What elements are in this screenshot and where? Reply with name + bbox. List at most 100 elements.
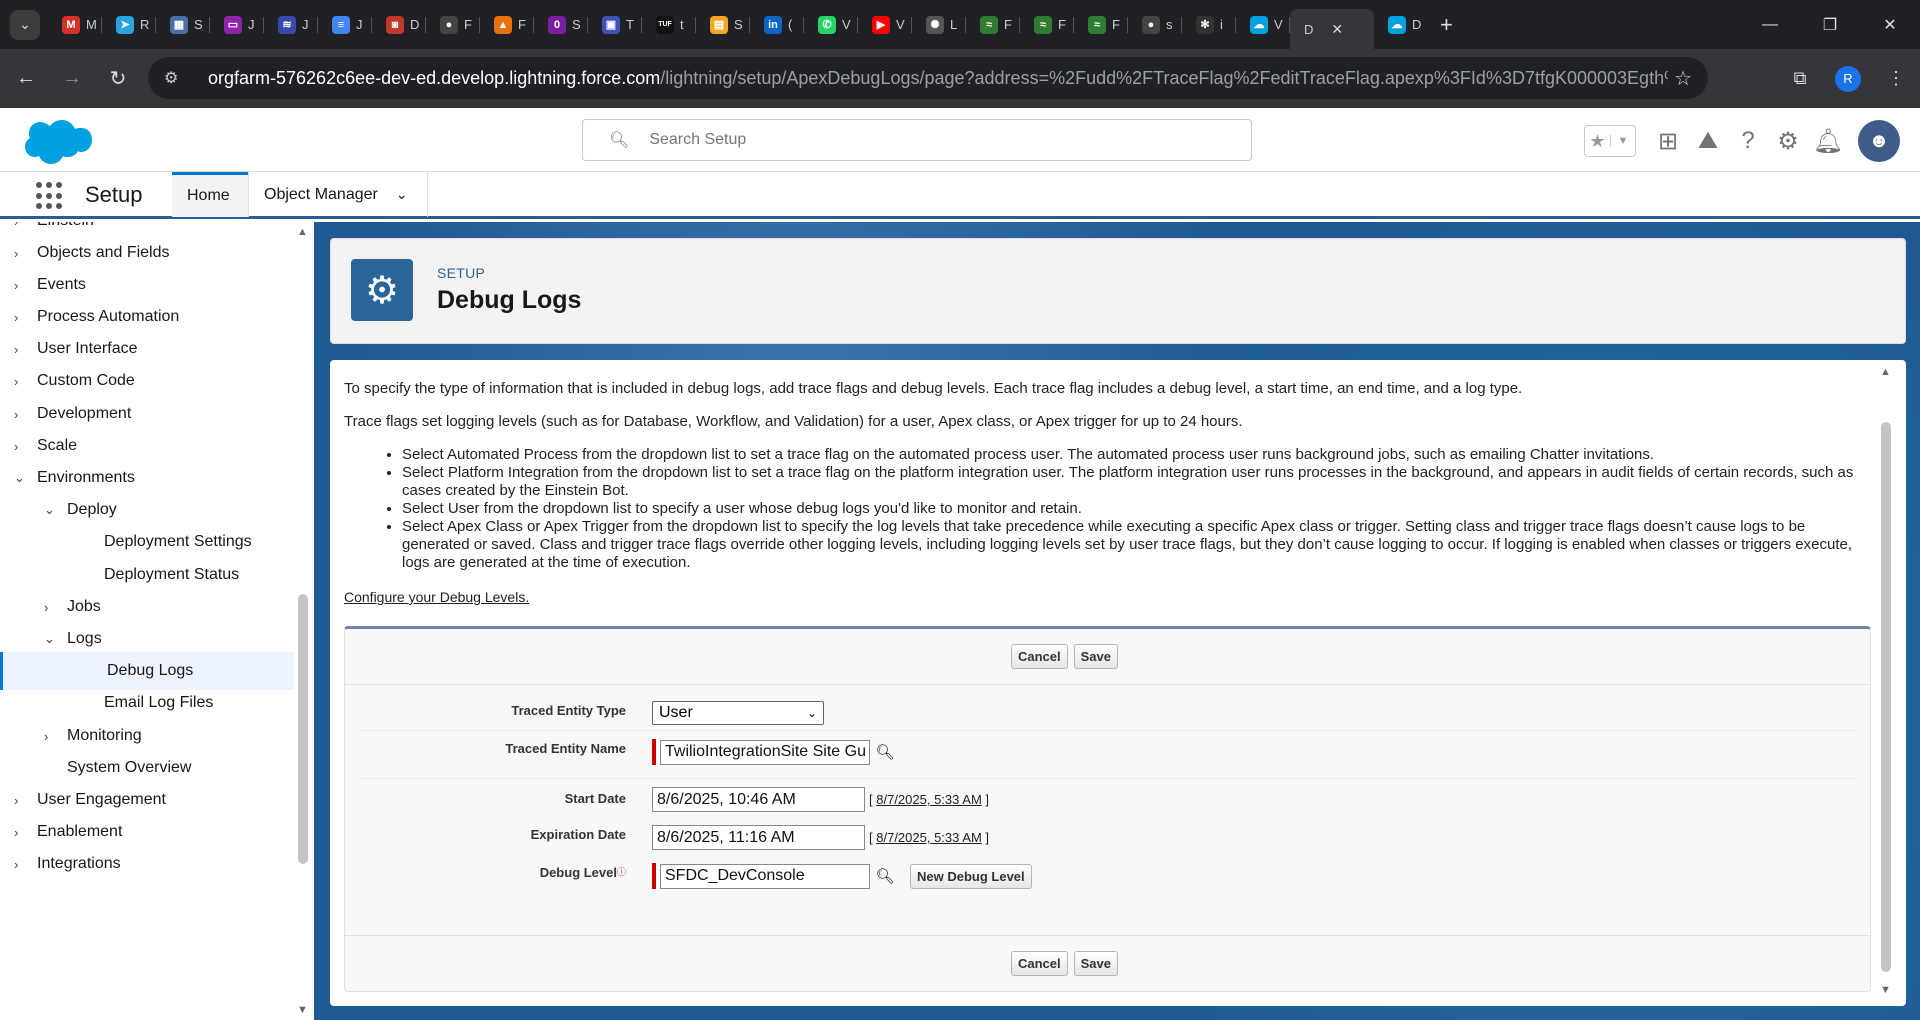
debug-level-input[interactable] xyxy=(660,863,870,889)
new-tab-button[interactable]: + xyxy=(1440,12,1453,38)
chevron-right-icon[interactable]: › xyxy=(14,310,18,325)
browser-tab[interactable]: ≈ F xyxy=(1074,8,1128,42)
chevron-right-icon[interactable]: › xyxy=(14,439,18,454)
chevron-down-icon[interactable]: ⌄ xyxy=(44,502,55,518)
search-setup[interactable]: 🔍︎ xyxy=(582,119,1252,161)
address-bar[interactable]: ⚙ orgfarm-576262c6ee-dev-ed.develop.ligh… xyxy=(148,57,1708,99)
lookup-search-icon[interactable]: 🔍︎ xyxy=(874,865,896,887)
chevron-down-icon[interactable]: ▼ xyxy=(1609,135,1635,147)
save-button[interactable]: Save xyxy=(1073,644,1118,669)
site-info-icon[interactable]: ⚙ xyxy=(164,68,190,88)
nav-item-integrations[interactable]: › Integrations xyxy=(0,845,294,883)
browser-tab[interactable]: ☁ V xyxy=(1236,8,1290,42)
favorites-control[interactable]: ★ ▼ xyxy=(1584,125,1636,157)
browser-tab[interactable]: ● s xyxy=(1128,8,1182,42)
reload-icon[interactable]: ↻ xyxy=(98,59,138,99)
chevron-right-icon[interactable]: › xyxy=(14,374,18,389)
url-text[interactable]: orgfarm-576262c6ee-dev-ed.develop.lightn… xyxy=(208,68,1668,89)
nav-item-label: Enablement xyxy=(37,823,123,840)
profile-avatar[interactable]: R xyxy=(1835,65,1861,92)
close-window-icon[interactable]: ✕ xyxy=(1860,0,1920,49)
browser-tab[interactable]: ≈ F xyxy=(1020,8,1074,42)
forward-arrow-icon[interactable]: → xyxy=(52,59,92,99)
cancel-button[interactable]: Cancel xyxy=(1010,644,1068,669)
browser-tab[interactable]: ▣ T xyxy=(588,8,642,42)
chevron-down-icon[interactable]: ⌄ xyxy=(14,470,25,486)
chevron-down-icon[interactable]: ⌄ xyxy=(44,631,55,647)
nav-scrollbar-thumb[interactable] xyxy=(298,594,308,864)
browser-tab-label: V xyxy=(1274,17,1283,32)
expiration-date-now-link[interactable]: 8/7/2025, 5:33 AM xyxy=(876,830,982,845)
tab-home[interactable]: Home xyxy=(172,172,248,217)
cancel-button[interactable]: Cancel xyxy=(1010,951,1068,976)
traced-entity-type-select[interactable]: User ⌄ xyxy=(652,701,824,725)
more-menu-icon[interactable]: ⋮ xyxy=(1872,68,1920,89)
help-icon[interactable]: ? xyxy=(1728,121,1768,161)
bookmark-star-icon[interactable]: ☆ xyxy=(1674,66,1692,91)
browser-tab[interactable]: ≈ F xyxy=(966,8,1020,42)
content-scrollbar[interactable]: ▲ ▼ xyxy=(1880,366,1892,996)
scroll-up-icon[interactable]: ▲ xyxy=(1880,366,1891,378)
scroll-down-icon[interactable]: ▼ xyxy=(297,1004,308,1016)
browser-tab[interactable]: ✺ L xyxy=(912,8,966,42)
browser-tab[interactable]: ▶ V xyxy=(858,8,912,42)
browser-tab[interactable]: MM xyxy=(48,8,102,42)
start-date-now-link[interactable]: 8/7/2025, 5:33 AM xyxy=(876,792,982,807)
browser-tab-active[interactable]: D ✕ xyxy=(1290,9,1374,49)
chevron-right-icon[interactable]: › xyxy=(14,278,18,293)
browser-tab[interactable]: ✆ V xyxy=(804,8,858,42)
new-debug-level-button[interactable]: New Debug Level xyxy=(910,863,1032,889)
browser-tab[interactable]: ◙ D xyxy=(372,8,426,42)
browser-tab[interactable]: in ( xyxy=(750,8,804,42)
traced-entity-name-input[interactable] xyxy=(660,739,870,765)
content-scrollbar-thumb[interactable] xyxy=(1881,422,1891,972)
trailhead-icon[interactable]: ⛰ xyxy=(1688,121,1728,161)
app-launcher-icon[interactable] xyxy=(36,182,64,210)
chevron-down-icon[interactable]: ⌄ xyxy=(396,186,408,203)
chevron-right-icon[interactable]: › xyxy=(14,342,18,357)
chevron-right-icon[interactable]: › xyxy=(44,729,48,744)
search-input[interactable] xyxy=(649,131,1210,149)
browser-tab[interactable]: ▲ F xyxy=(480,8,534,42)
star-icon[interactable]: ★ xyxy=(1585,131,1610,152)
save-button[interactable]: Save xyxy=(1073,951,1118,976)
extensions-icon[interactable]: ⧉ xyxy=(1776,68,1824,89)
salesforce-logo[interactable] xyxy=(20,118,92,166)
info-icon[interactable]: ⓘ xyxy=(617,867,626,877)
chevron-right-icon[interactable]: › xyxy=(14,793,18,808)
scroll-up-icon[interactable]: ▲ xyxy=(297,226,308,238)
start-date-input[interactable] xyxy=(652,787,865,812)
github-icon: ● xyxy=(440,15,458,34)
chevron-right-icon[interactable]: › xyxy=(14,825,18,840)
chevron-right-icon[interactable]: › xyxy=(44,600,48,615)
browser-tab[interactable]: ▤ S xyxy=(696,8,750,42)
browser-tab[interactable]: 0S xyxy=(534,8,588,42)
browser-tab[interactable]: TUF t xyxy=(642,8,696,42)
configure-debug-levels-link[interactable]: Configure your Debug Levels. xyxy=(344,589,529,605)
browser-tab[interactable]: ▦ S xyxy=(156,8,210,42)
browser-tab[interactable]: ▭ J xyxy=(210,8,264,42)
browser-tab[interactable]: ≡ J xyxy=(318,8,372,42)
tab-search-button[interactable]: ⌄ xyxy=(10,9,40,40)
user-avatar[interactable]: ☻ xyxy=(1858,120,1900,162)
chevron-right-icon[interactable]: › xyxy=(14,222,18,229)
close-tab-icon[interactable]: ✕ xyxy=(1331,21,1343,38)
chevron-right-icon[interactable]: › xyxy=(14,246,18,261)
browser-tab[interactable]: ☁ D xyxy=(1374,8,1428,42)
back-arrow-icon[interactable]: ← xyxy=(6,59,46,99)
browser-tab[interactable]: ● F xyxy=(426,8,480,42)
chevron-right-icon[interactable]: › xyxy=(14,407,18,422)
browser-tab[interactable]: ≋ J xyxy=(264,8,318,42)
global-actions-icon[interactable]: ⊞ xyxy=(1648,121,1688,161)
chevron-right-icon[interactable]: › xyxy=(14,857,18,872)
restore-icon[interactable]: ❐ xyxy=(1800,0,1860,49)
lookup-search-icon[interactable]: 🔍︎ xyxy=(874,741,896,763)
minimize-icon[interactable]: — xyxy=(1740,0,1800,49)
scroll-down-icon[interactable]: ▼ xyxy=(1880,984,1891,996)
browser-tab[interactable]: ➤ R xyxy=(102,8,156,42)
browser-tab[interactable]: ✻ i xyxy=(1182,8,1236,42)
expiration-date-input[interactable] xyxy=(652,825,865,850)
gear-icon[interactable]: ⚙ xyxy=(1768,121,1808,161)
notifications-bell-icon[interactable]: 🔔︎ xyxy=(1808,121,1848,161)
tab-object-manager[interactable]: Object Manager ⌄ xyxy=(248,172,428,217)
